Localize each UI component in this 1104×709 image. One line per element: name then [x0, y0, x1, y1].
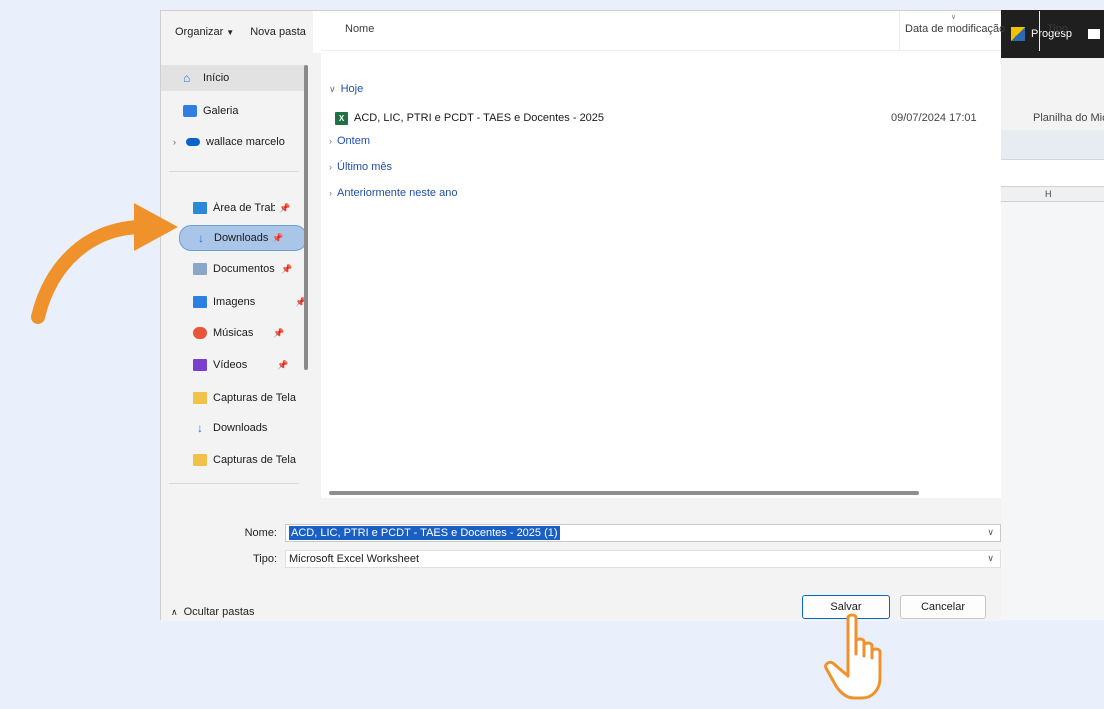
- file-modified: 09/07/2024 17:01: [891, 112, 977, 124]
- chevron-right-icon: ›: [329, 162, 332, 172]
- chevron-down-icon[interactable]: ∨: [987, 527, 994, 538]
- nav-item-onedrive[interactable]: › wallace marcelo: [161, 129, 307, 155]
- chevron-right-icon: ›: [173, 137, 176, 147]
- background-column-header: H: [1001, 186, 1104, 202]
- pin-icon: 📌: [277, 359, 289, 370]
- home-icon: ⌂: [183, 71, 191, 85]
- file-type-select[interactable]: Microsoft Excel Worksheet ∨: [285, 550, 1001, 568]
- chevron-up-icon: ∧: [171, 606, 178, 617]
- nav-item-videos[interactable]: Vídeos 📌: [161, 352, 307, 378]
- download-icon: ↓: [197, 421, 203, 435]
- save-form: Nome: ACD, LIC, PTRI e PCDT - TAES e Doc…: [161, 498, 1001, 621]
- progesp-logo-icon: [1011, 27, 1025, 41]
- name-label: Nome:: [244, 527, 277, 539]
- nav-item-imagens[interactable]: Imagens 📌: [161, 289, 307, 315]
- nav-item-documentos[interactable]: Documentos 📌: [161, 256, 307, 282]
- file-type: Planilha do Micros...: [1033, 112, 1104, 124]
- nav-item-capturas-2[interactable]: Capturas de Tela: [161, 447, 307, 473]
- chevron-down-icon[interactable]: ∨: [987, 553, 994, 564]
- navigation-pane: ⌂ Início Galeria › wallace marcelo Área …: [161, 53, 313, 498]
- nav-item-downloads[interactable]: ↓ Downloads 📌: [179, 225, 307, 251]
- caret-down-icon: ▼: [226, 28, 235, 37]
- background-formula-bar: [1001, 130, 1104, 160]
- group-last-month[interactable]: › Último mês: [329, 161, 392, 173]
- group-today[interactable]: ∨ Hoje: [329, 83, 363, 95]
- chevron-down-icon: ∨: [329, 83, 336, 94]
- chevron-right-icon: ›: [329, 136, 332, 146]
- folder-icon: [193, 454, 207, 466]
- cloud-icon: [186, 138, 200, 146]
- nav-item-inicio[interactable]: ⌂ Início: [161, 65, 307, 91]
- video-icon: [193, 359, 207, 371]
- pointing-hand-icon: [824, 613, 882, 700]
- column-header-h: H: [1045, 189, 1052, 199]
- file-list: Nome Data de modificação ∨ Tipo ∨ Hoje X…: [321, 11, 1104, 498]
- nav-item-downloads-2[interactable]: ↓ Downloads: [161, 415, 307, 441]
- sort-chevron-icon: ∨: [951, 14, 957, 21]
- pin-icon: 📌: [279, 202, 291, 213]
- desktop-icon: [193, 202, 207, 214]
- type-label: Tipo:: [252, 553, 277, 565]
- hide-folders-toggle[interactable]: ∧ Ocultar pastas: [171, 606, 255, 618]
- group-earlier-year[interactable]: › Anteriormente neste ano: [329, 187, 457, 199]
- nav-item-galeria[interactable]: Galeria: [161, 98, 307, 124]
- music-icon: [193, 327, 207, 339]
- menu-icon: [1087, 29, 1100, 39]
- list-header: Nome Data de modificação ∨ Tipo: [321, 11, 1068, 51]
- nav-scrollbar[interactable]: [304, 65, 308, 370]
- document-icon: [193, 263, 207, 275]
- pin-icon: 📌: [281, 263, 293, 274]
- file-row[interactable]: X ACD, LIC, PTRI e PCDT - TAES e Docente…: [335, 107, 1104, 129]
- group-yesterday[interactable]: › Ontem: [329, 135, 370, 147]
- download-icon: ↓: [198, 231, 204, 245]
- nav-item-capturas-1[interactable]: Capturas de Tela: [161, 385, 307, 411]
- chevron-right-icon: ›: [329, 188, 332, 198]
- nav-item-musicas[interactable]: Músicas 📌: [161, 320, 307, 346]
- new-folder-button[interactable]: Nova pasta: [250, 26, 306, 38]
- nav-item-desktop[interactable]: Área de Trabalho 📌: [161, 195, 307, 221]
- dialog-toolbar: Organizar ▼ Nova pasta: [161, 11, 313, 53]
- gallery-icon: [183, 105, 197, 117]
- column-modified-header[interactable]: Data de modificação: [905, 23, 1005, 35]
- folder-icon: [193, 392, 207, 404]
- cancel-button[interactable]: Cancelar: [900, 595, 986, 619]
- image-icon: [193, 296, 207, 308]
- excel-file-icon: X: [335, 111, 348, 125]
- file-name: ACD, LIC, PTRI e PCDT - TAES e Docentes …: [354, 112, 605, 124]
- pin-icon: 📌: [273, 327, 285, 338]
- filename-input[interactable]: ACD, LIC, PTRI e PCDT - TAES e Docentes …: [285, 524, 1001, 542]
- column-type-header[interactable]: Tipo: [1047, 23, 1068, 35]
- save-as-dialog: Organizar▼ Nova pasta ≣ ▾ ? ⌂ Início Gal…: [160, 10, 1104, 621]
- pin-icon: 📌: [272, 232, 284, 243]
- organize-button[interactable]: Organizar ▼: [175, 26, 234, 38]
- column-name-header[interactable]: Nome: [345, 23, 374, 35]
- background-excel-window: Progesp H: [1000, 10, 1104, 620]
- horizontal-scrollbar[interactable]: [329, 491, 919, 495]
- annotation-arrow-icon: [31, 203, 178, 324]
